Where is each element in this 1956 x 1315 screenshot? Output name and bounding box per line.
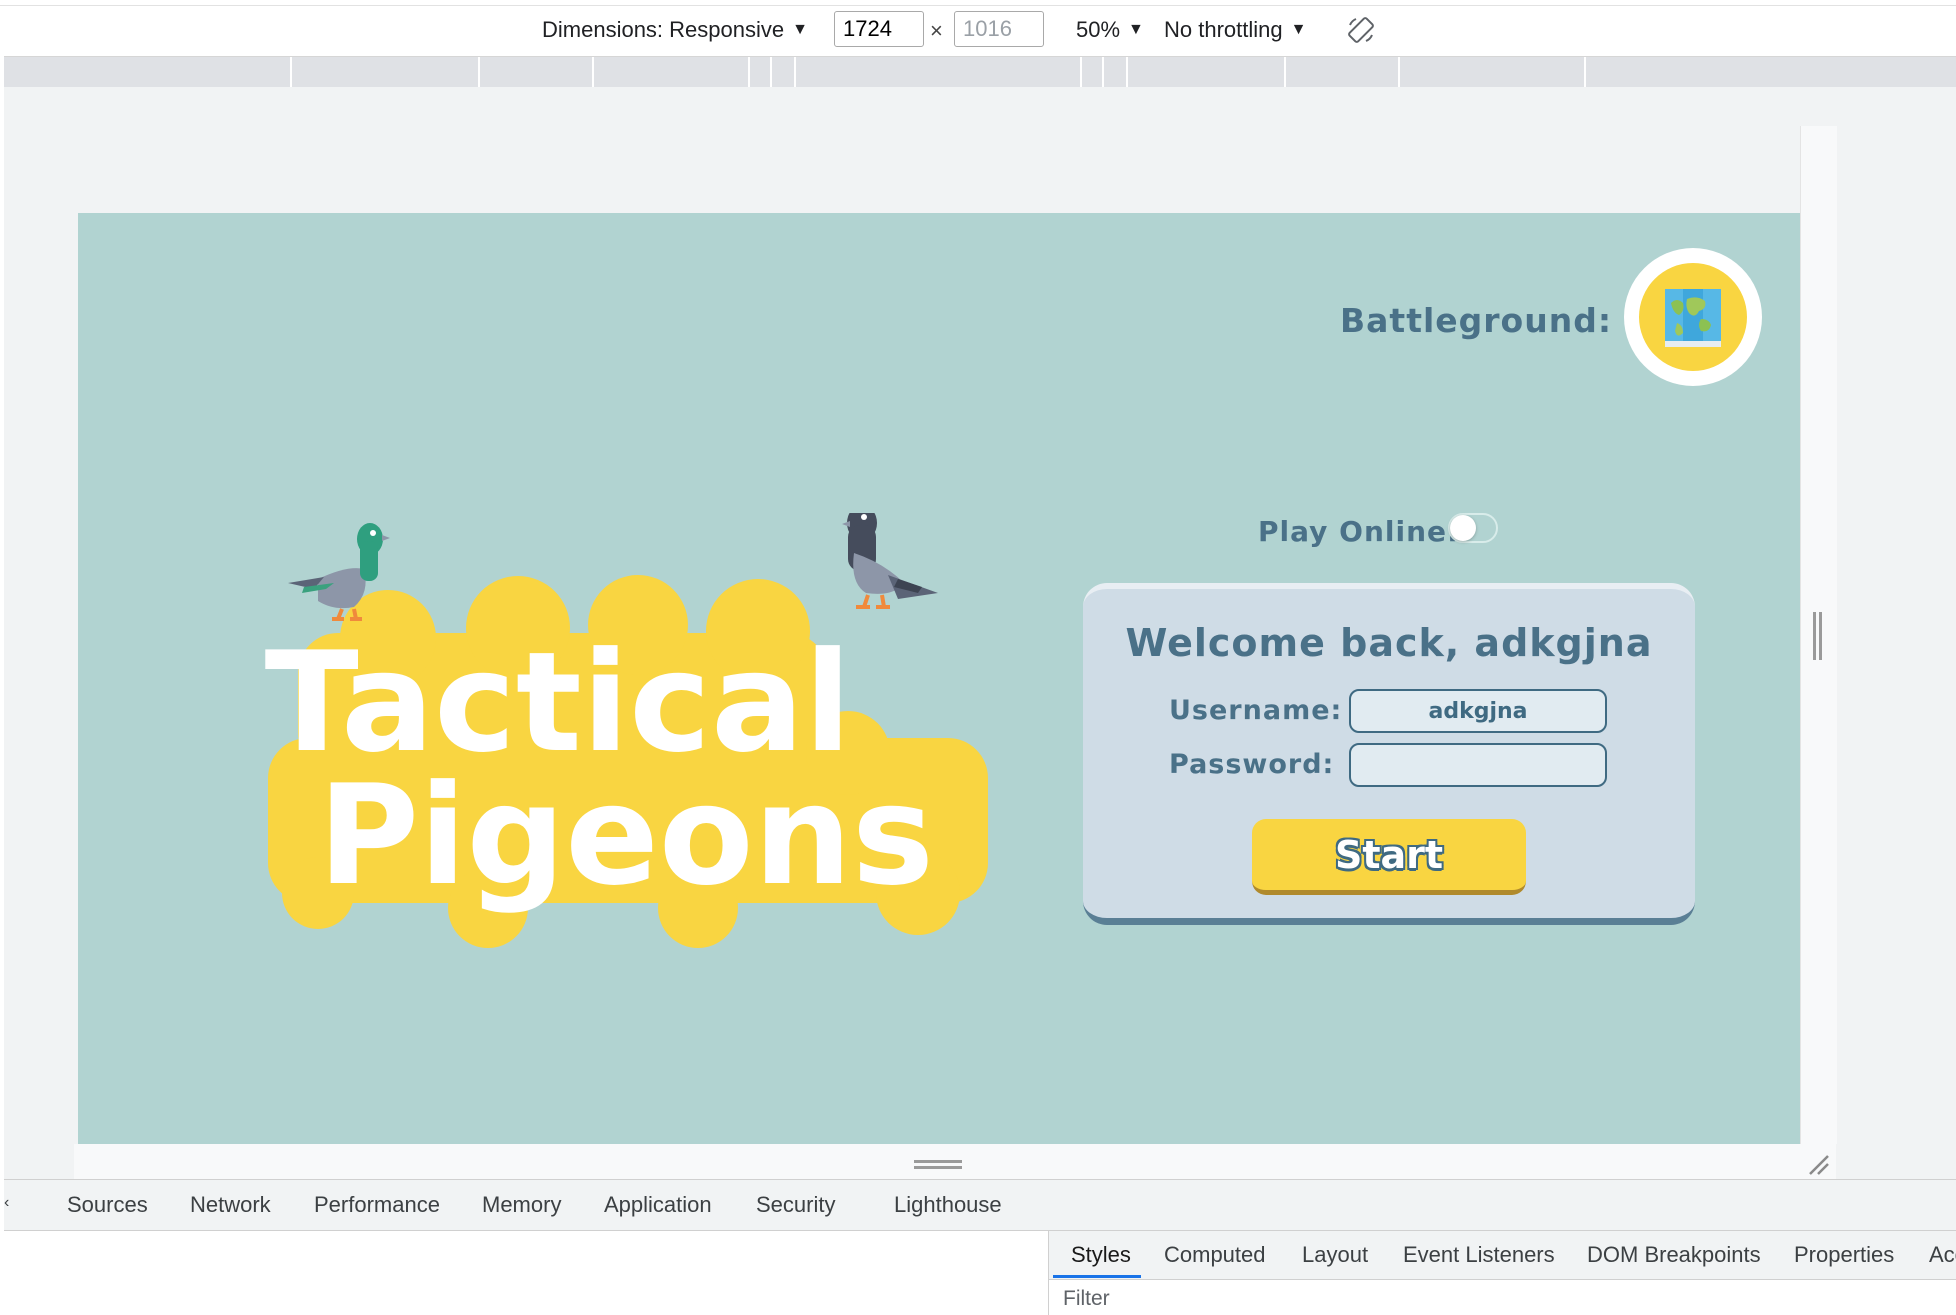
throttling-value: No throttling <box>1164 17 1283 42</box>
start-button[interactable]: Start <box>1252 819 1526 895</box>
styles-side-panel: Styles Computed Layout Event Listeners D… <box>1048 1231 1956 1315</box>
media-query-ruler[interactable] <box>4 57 1956 87</box>
chevron-down-icon: ▼ <box>1128 21 1144 38</box>
grey-pigeon-icon <box>842 513 938 609</box>
zoom-value: 50% <box>1076 17 1121 42</box>
password-label: Password: <box>1169 749 1335 780</box>
throttling-dropdown[interactable]: No throttling ▼ <box>1164 17 1306 43</box>
dimensions-dropdown[interactable]: Dimensions: Responsive ▼ <box>542 17 808 43</box>
tab-layout[interactable]: Layout <box>1302 1242 1368 1268</box>
tab-event-listeners[interactable]: Event Listeners <box>1403 1242 1555 1268</box>
dimensions-label: Dimensions: Responsive <box>542 17 785 42</box>
rotate-icon[interactable] <box>1346 15 1376 45</box>
chevron-icon[interactable]: ‹ <box>4 1194 9 1212</box>
tab-styles[interactable]: Styles <box>1071 1242 1131 1268</box>
zoom-dropdown[interactable]: 50% ▼ <box>1076 17 1144 43</box>
times-separator: × <box>930 18 943 43</box>
play-online-label: Play Online: <box>1258 515 1460 548</box>
tab-application[interactable]: Application <box>604 1192 712 1218</box>
chevron-down-icon: ▼ <box>792 21 808 38</box>
side-panel-tabs: Styles Computed Layout Event Listeners D… <box>1049 1231 1956 1280</box>
tab-performance[interactable]: Performance <box>314 1192 440 1218</box>
tab-properties[interactable]: Properties <box>1794 1242 1894 1268</box>
styles-filter-input[interactable]: Filter <box>1063 1287 1110 1311</box>
logo-line-2: Pigeons <box>318 755 934 916</box>
height-resize-handle[interactable] <box>914 1160 962 1169</box>
height-input[interactable] <box>954 11 1044 47</box>
battleground-map-button[interactable] <box>1624 248 1762 386</box>
password-input[interactable] <box>1349 743 1607 787</box>
tab-memory[interactable]: Memory <box>482 1192 561 1218</box>
corner-resize-icon[interactable] <box>1806 1152 1832 1178</box>
device-viewport-area: Battleground: Play Online: Tactical Pige… <box>4 87 1956 1231</box>
username-input[interactable] <box>1349 689 1607 733</box>
tab-sources[interactable]: Sources <box>67 1192 148 1218</box>
tab-security[interactable]: Security <box>756 1192 835 1218</box>
width-input[interactable] <box>834 11 924 47</box>
username-label: Username: <box>1169 695 1343 726</box>
device-toolbar: Dimensions: Responsive ▼ × 50% ▼ No thro… <box>4 6 1956 57</box>
toggle-knob <box>1450 515 1476 541</box>
tab-dom-breakpoints[interactable]: DOM Breakpoints <box>1587 1242 1761 1268</box>
tab-network[interactable]: Network <box>190 1192 271 1218</box>
tab-accessibility[interactable]: Acc <box>1929 1242 1956 1268</box>
map-icon <box>1639 263 1747 371</box>
play-online-toggle[interactable] <box>1448 513 1498 543</box>
active-tab-indicator <box>1053 1275 1141 1278</box>
devtools-tab-bar: ‹ Sources Network Performance Memory App… <box>4 1179 1956 1231</box>
battleground-label: Battleground: <box>1340 301 1613 340</box>
tactical-pigeons-logo: Tactical Pigeons <box>265 513 988 948</box>
game-page: Battleground: Play Online: Tactical Pige… <box>78 213 1804 1231</box>
tab-computed[interactable]: Computed <box>1164 1242 1266 1268</box>
login-card: Welcome back, adkgjna Username: Password… <box>1083 583 1695 925</box>
chevron-down-icon: ▼ <box>1290 21 1307 38</box>
welcome-heading: Welcome back, adkgjna <box>1125 621 1653 665</box>
tab-lighthouse[interactable]: Lighthouse <box>894 1192 1002 1218</box>
width-resize-handle[interactable] <box>1813 612 1822 660</box>
